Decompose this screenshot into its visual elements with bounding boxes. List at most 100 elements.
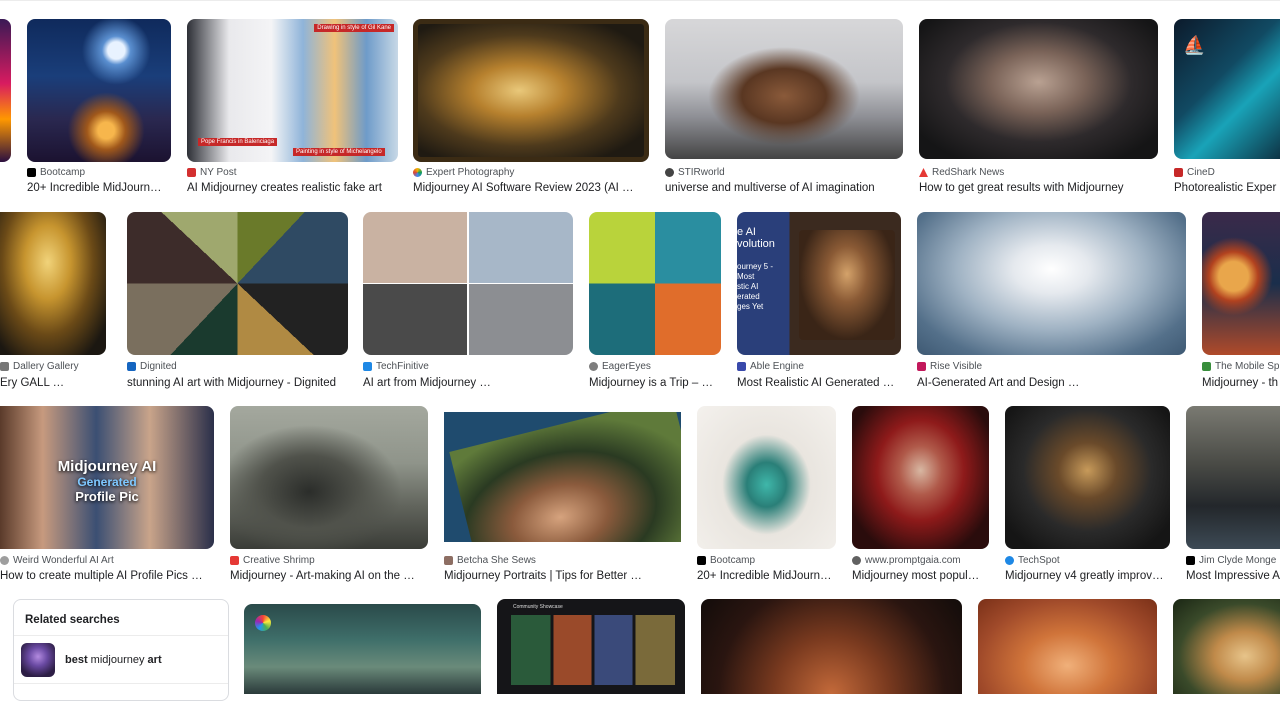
image-result[interactable]: Bootcamp 20+ Incredible MidJourn… (27, 19, 171, 199)
image-thumbnail[interactable] (27, 19, 171, 162)
image-thumbnail[interactable] (665, 19, 903, 159)
image-result[interactable] (978, 599, 1157, 694)
techspot-favicon-icon (1005, 556, 1014, 565)
medium-favicon-icon (1186, 556, 1195, 565)
bootcamp-favicon-icon (27, 168, 36, 177)
related-searches-heading: Related searches (25, 614, 120, 626)
image-result[interactable] (244, 604, 481, 694)
image-thumbnail[interactable] (0, 212, 106, 355)
image-thumbnail[interactable] (1202, 212, 1280, 355)
image-thumbnail[interactable] (589, 212, 721, 355)
result-title-link[interactable]: AI Midjourney creates realistic fake art (187, 182, 398, 194)
image-result[interactable]: Midjourney AI Generated Profile Pic Weir… (0, 406, 214, 586)
image-thumbnail[interactable] (917, 212, 1186, 355)
image-thumbnail[interactable] (127, 212, 348, 355)
image-thumbnail[interactable] (1173, 599, 1280, 694)
stirworld-favicon-icon (665, 168, 674, 177)
image-thumbnail[interactable] (413, 19, 649, 162)
image-result[interactable]: Jim Clyde Monge Most Impressive A (1186, 406, 1280, 586)
result-title-link[interactable]: Photorealistic Exper (1174, 182, 1280, 194)
image-thumbnail[interactable] (244, 604, 481, 694)
image-thumbnail[interactable]: Drawing in style of Gil Kane Pope Franci… (187, 19, 398, 162)
result-title-link[interactable]: Ery GALL … (0, 377, 106, 389)
image-thumbnail[interactable] (1186, 406, 1280, 549)
source-label: Dallery Gallery (0, 361, 106, 372)
image-thumbnail[interactable] (978, 599, 1157, 694)
image-result[interactable]: Community Showcase (497, 599, 685, 694)
source-name: The Mobile Sp (1215, 361, 1280, 372)
result-title-link[interactable]: Most Impressive A (1186, 570, 1280, 582)
image-result[interactable]: TechFinitive AI art from Midjourney … (363, 212, 573, 392)
result-title-link[interactable]: universe and multiverse of AI imaginatio… (665, 182, 903, 194)
result-title-link[interactable]: Midjourney most popul… (852, 570, 989, 582)
painting-image (449, 412, 681, 542)
cined-favicon-icon (1174, 168, 1183, 177)
image-result[interactable]: ⛵ CineD Photorealistic Exper (1174, 19, 1280, 199)
image-thumbnail[interactable] (697, 406, 836, 549)
related-search-thumbnail (21, 643, 55, 677)
image-thumbnail[interactable]: e AI volution ourney 5 - Most stic AI er… (737, 212, 901, 355)
image-result[interactable]: Dignited stunning AI art with Midjourney… (127, 212, 348, 392)
result-title-link[interactable]: Most Realistic AI Generated I… (737, 377, 897, 389)
result-title-link[interactable]: stunning AI art with Midjourney - Dignit… (127, 377, 348, 389)
source-name: Bootcamp (40, 167, 86, 178)
image-result[interactable]: Expert Photography Midjourney AI Softwar… (413, 19, 649, 199)
showcase-grid (511, 615, 675, 685)
image-thumbnail[interactable] (701, 599, 962, 694)
image-result[interactable]: Betcha She Sews Midjourney Portraits | T… (444, 412, 681, 586)
image-result[interactable]: Bootcamp 20+ Incredible MidJourn… (697, 406, 836, 586)
image-result[interactable] (1173, 599, 1280, 694)
source-label: Bootcamp (27, 167, 171, 178)
source-label: TechSpot (1005, 555, 1170, 566)
result-title-link[interactable]: How to get great results with Midjourney (919, 182, 1158, 194)
image-thumbnail[interactable] (919, 19, 1158, 159)
source-label: The Mobile Sp (1202, 361, 1280, 372)
image-thumbnail[interactable] (1005, 406, 1170, 549)
related-search-item[interactable]: best midjourney art (14, 636, 228, 684)
image-overlay-text: ourney 5 - Most stic AI erated ges Yet (737, 262, 774, 311)
source-name: CineD (1187, 167, 1215, 178)
result-title-link[interactable]: AI-Generated Art and Design … (917, 377, 1186, 389)
image-thumbnail[interactable]: Midjourney AI Generated Profile Pic (0, 406, 214, 549)
result-title-link[interactable]: How to create multiple AI Profile Pics … (0, 570, 214, 582)
result-title-link[interactable]: AI art from Midjourney … (363, 377, 573, 389)
able-engine-favicon-icon (737, 362, 746, 371)
image-result[interactable]: TechSpot Midjourney v4 greatly improv… (1005, 406, 1170, 586)
image-result[interactable] (701, 599, 962, 694)
image-result-partial-left[interactable] (0, 19, 11, 164)
image-result[interactable]: Rise Visible AI-Generated Art and Design… (917, 212, 1186, 392)
result-title-link[interactable]: Midjourney v4 greatly improv… (1005, 570, 1165, 582)
divider (14, 683, 228, 684)
image-overlay-caption: Drawing in style of Gil Kane (314, 24, 394, 32)
source-label: TechFinitive (363, 361, 573, 372)
result-title-link[interactable]: 20+ Incredible MidJourn… (697, 570, 836, 582)
rise-visible-favicon-icon (917, 362, 926, 371)
top-divider (0, 0, 1280, 1)
portrait-image (799, 230, 895, 340)
image-thumbnail[interactable] (0, 19, 11, 162)
image-result[interactable]: RedShark News How to get great results w… (919, 19, 1158, 199)
image-thumbnail[interactable] (852, 406, 989, 549)
result-title-link[interactable]: Midjourney is a Trip – … (589, 377, 713, 389)
image-result[interactable]: The Mobile Sp Midjourney - th (1202, 212, 1280, 392)
image-thumbnail[interactable] (230, 406, 428, 549)
image-result[interactable]: www.promptgaia.com Midjourney most popul… (852, 406, 989, 586)
image-result[interactable]: EagerEyes Midjourney is a Trip – … (589, 212, 721, 392)
result-title-link[interactable]: Midjourney - th (1202, 377, 1280, 389)
result-title-link[interactable]: Midjourney Portraits | Tips for Better … (444, 570, 681, 582)
promptgaia-favicon-icon (852, 556, 861, 565)
image-result[interactable]: Dallery Gallery Ery GALL … (0, 212, 106, 392)
result-title-link[interactable]: 20+ Incredible MidJourn… (27, 182, 165, 194)
image-thumbnail[interactable] (444, 412, 681, 542)
expert-photography-favicon-icon (413, 168, 422, 177)
image-result[interactable]: STIRworld universe and multiverse of AI … (665, 19, 903, 199)
source-label: Weird Wonderful AI Art (0, 555, 214, 566)
image-result[interactable]: e AI volution ourney 5 - Most stic AI er… (737, 212, 901, 392)
result-title-link[interactable]: Midjourney AI Software Review 2023 (AI … (413, 182, 649, 194)
image-thumbnail[interactable]: ⛵ (1174, 19, 1280, 159)
image-result[interactable]: Creative Shrimp Midjourney - Art-making … (230, 406, 428, 586)
result-title-link[interactable]: Midjourney - Art-making AI on the R… (230, 570, 423, 582)
image-thumbnail[interactable]: Community Showcase (497, 599, 685, 694)
image-thumbnail[interactable] (363, 212, 573, 355)
image-result[interactable]: Drawing in style of Gil Kane Pope Franci… (187, 19, 398, 199)
